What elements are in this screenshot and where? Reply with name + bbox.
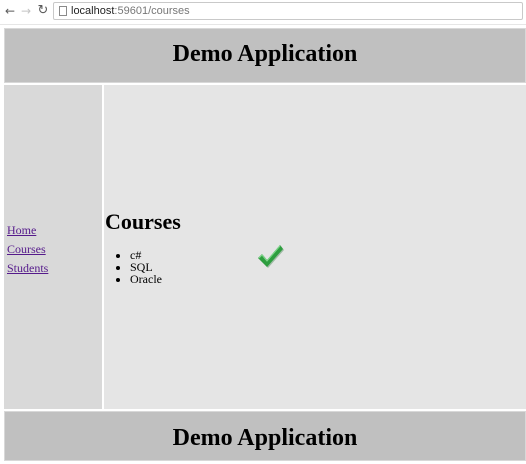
reload-icon[interactable]: ↻ — [35, 3, 51, 19]
sidebar-nav: Home Courses Students — [7, 221, 48, 278]
list-item: Oracle — [130, 273, 162, 285]
course-list: c# SQL Oracle — [112, 249, 162, 285]
back-arrow-icon[interactable]: ← — [2, 3, 18, 19]
header-title: Demo Application — [172, 41, 358, 67]
url-host: localhost — [71, 5, 115, 17]
footer-title: Demo Application — [172, 425, 358, 451]
browser-toolbar: ← → ↻ localhost:59601/courses — [0, 0, 526, 25]
url-path: :59601/courses — [114, 5, 190, 17]
sidebar-item-courses[interactable]: Courses — [7, 240, 48, 259]
sidebar: Home Courses Students — [4, 85, 104, 409]
checkmark-icon — [258, 245, 284, 268]
page-header: Demo Application — [4, 28, 526, 83]
page-footer: Demo Application — [4, 411, 526, 461]
address-bar[interactable]: localhost:59601/courses — [53, 2, 523, 20]
forward-arrow-icon[interactable]: → — [18, 3, 34, 19]
sidebar-item-students[interactable]: Students — [7, 259, 48, 278]
main-content: Courses c# SQL Oracle — [104, 85, 526, 409]
page-title: Courses — [105, 209, 181, 234]
url-text: localhost:59601/courses — [71, 4, 190, 19]
page-icon — [59, 6, 67, 16]
sidebar-item-home[interactable]: Home — [7, 221, 48, 240]
app-container: Demo Application Home Courses Students C… — [4, 28, 526, 461]
